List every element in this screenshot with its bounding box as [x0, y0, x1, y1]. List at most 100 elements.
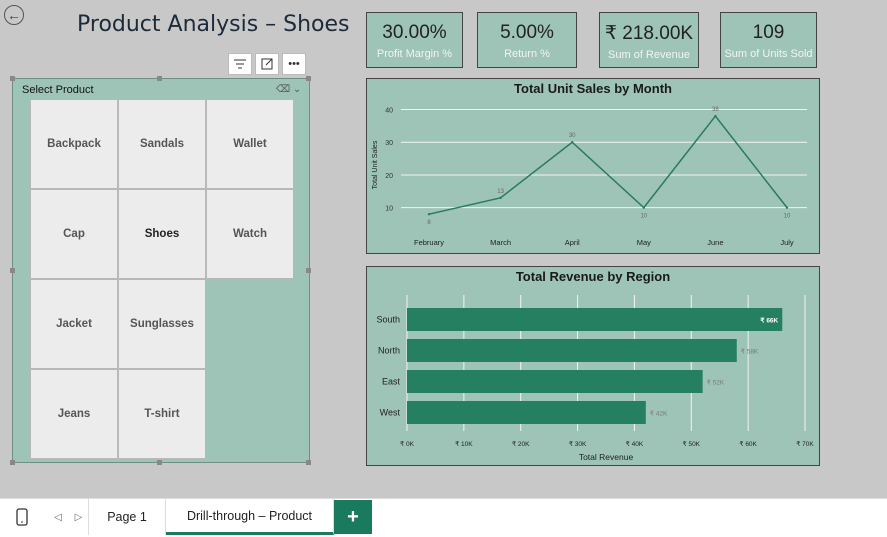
y-tick-label: North — [378, 346, 400, 356]
series-line — [428, 114, 788, 215]
slicer-item-cap[interactable]: Cap — [30, 189, 118, 279]
data-point — [499, 196, 502, 200]
x-tick-label: February — [414, 238, 444, 247]
unit-sales-line-chart[interactable]: Total Unit Sales by Month 10 20 30 40 Total … — [366, 78, 820, 254]
slicer-title: Select Product — [22, 84, 94, 96]
bar-chart-plot: ₹ 0K ₹ 10K ₹ 20K ₹ 30K ₹ 40K ₹ 50K ₹ 60K ₹ 70K S… — [376, 295, 814, 462]
chevron-right-icon: ▷ — [74, 511, 83, 523]
prev-page-button[interactable]: ◁ — [48, 499, 68, 535]
slicer-item-jeans[interactable]: Jeans — [30, 369, 118, 459]
y-tick-label: 10 — [385, 206, 393, 213]
x-axis-label: Total Revenue — [579, 452, 634, 462]
kpi-card-profit-margin[interactable]: 30.00% Profit Margin % — [366, 12, 463, 68]
y-tick-label: East — [382, 377, 401, 387]
kpi-label: Profit Margin % — [376, 48, 453, 60]
bar — [407, 370, 703, 393]
more-options-icon[interactable]: ••• — [282, 53, 306, 75]
x-tick-label: July — [780, 238, 794, 247]
visual-header: ••• — [228, 53, 310, 77]
phone-icon — [16, 508, 28, 526]
back-arrow-icon: ← — [7, 7, 21, 23]
x-tick-label: April — [565, 238, 580, 247]
chevron-down-icon[interactable]: ⌄ — [293, 84, 301, 95]
data-label: 30 — [569, 133, 576, 139]
resize-handle[interactable] — [10, 268, 15, 273]
x-tick-label: ₹ 0K — [400, 440, 415, 448]
data-point — [427, 212, 431, 216]
tab-drill-through-product[interactable]: Drill-through – Product — [166, 499, 334, 535]
x-tick-label: ₹ 50K — [683, 440, 701, 448]
data-point — [642, 206, 645, 209]
page-tab-bar: ◁ ▷ Page 1 Drill-through – Product — [0, 498, 887, 537]
kpi-label: Sum of Revenue — [608, 49, 690, 61]
chevron-left-icon: ◁ — [54, 511, 62, 523]
data-label: ₹ 52K — [707, 379, 725, 387]
kpi-card-units-sold[interactable]: 109 Sum of Units Sold — [720, 12, 817, 68]
data-label: 10 — [784, 214, 791, 220]
data-label: ₹ 58K — [741, 348, 759, 356]
y-tick-label: 20 — [385, 173, 393, 180]
x-tick-label: ₹ 30K — [569, 440, 587, 448]
kpi-card-revenue[interactable]: ₹ 218.00K Sum of Revenue — [599, 12, 699, 68]
resize-handle[interactable] — [306, 460, 311, 465]
slicer-item-backpack[interactable]: Backpack — [30, 99, 118, 189]
x-tick-label: May — [637, 238, 651, 247]
bar — [407, 401, 646, 424]
slicer-tools: ⌫ ⌄ — [276, 84, 301, 95]
y-tick-label: 30 — [385, 140, 393, 147]
slicer-item-t-shirt[interactable]: T-shirt — [118, 369, 206, 459]
tab-page-1[interactable]: Page 1 — [89, 499, 166, 535]
resize-handle[interactable] — [306, 76, 311, 81]
data-label: 38 — [712, 107, 719, 113]
resize-handle[interactable] — [10, 76, 15, 81]
data-label: ₹ 42K — [650, 410, 668, 418]
resize-handle[interactable] — [157, 76, 162, 81]
kpi-value: 5.00% — [500, 22, 554, 43]
data-label: 13 — [497, 189, 504, 195]
filter-icon[interactable] — [228, 53, 252, 75]
y-tick-label: 40 — [385, 108, 393, 115]
line-chart-plot: 10 20 30 40 Total Unit Sales 8 13 30 10 38 10 Febru… — [372, 107, 807, 247]
focus-mode-icon[interactable] — [255, 53, 279, 75]
data-point — [714, 114, 717, 118]
add-page-button[interactable]: + — [334, 500, 372, 534]
data-point — [785, 206, 789, 209]
x-tick-label: June — [707, 238, 723, 247]
resize-handle[interactable] — [10, 460, 15, 465]
next-page-button[interactable]: ▷ — [69, 499, 89, 535]
kpi-card-return[interactable]: 5.00% Return % — [477, 12, 577, 68]
slicer-item-shoes[interactable]: Shoes — [118, 189, 206, 279]
slicer-item-sunglasses[interactable]: Sunglasses — [118, 279, 206, 369]
kpi-label: Sum of Units Sold — [724, 48, 813, 60]
x-tick-label: ₹ 40K — [626, 440, 644, 448]
kpi-value: ₹ 218.00K — [604, 23, 694, 44]
slicer-item-watch[interactable]: Watch — [206, 189, 294, 279]
mobile-layout-button[interactable] — [0, 499, 44, 535]
x-tick-label: March — [490, 238, 511, 247]
bar — [407, 339, 737, 362]
back-button[interactable]: ← — [4, 5, 24, 25]
slicer-item-sandals[interactable]: Sandals — [118, 99, 206, 189]
resize-handle[interactable] — [306, 268, 311, 273]
x-tick-label: ₹ 10K — [455, 440, 473, 448]
bar — [407, 308, 783, 331]
kpi-label: Return % — [504, 48, 550, 60]
data-label: 10 — [640, 214, 647, 220]
slicer-item-jacket[interactable]: Jacket — [30, 279, 118, 369]
eraser-icon[interactable]: ⌫ — [276, 84, 290, 95]
data-point — [571, 141, 574, 144]
x-tick-label: ₹ 70K — [796, 440, 814, 448]
y-tick-label: West — [380, 408, 401, 418]
revenue-bar-chart[interactable]: Total Revenue by Region ₹ 0K ₹ 10K ₹ 20K ₹ … — [366, 266, 820, 466]
kpi-value: 30.00% — [382, 22, 447, 43]
page-title: Product Analysis – Shoes — [77, 12, 350, 37]
x-tick-label: ₹ 20K — [512, 440, 530, 448]
slicer-item-wallet[interactable]: Wallet — [206, 99, 294, 189]
y-tick-label: South — [376, 315, 400, 325]
kpi-value: 109 — [752, 22, 785, 43]
data-label: 8 — [427, 220, 431, 226]
x-tick-label: ₹ 60K — [739, 440, 757, 448]
y-axis-label: Total Unit Sales — [372, 140, 379, 189]
resize-handle[interactable] — [157, 460, 162, 465]
data-label: ₹ 66K — [760, 317, 778, 325]
